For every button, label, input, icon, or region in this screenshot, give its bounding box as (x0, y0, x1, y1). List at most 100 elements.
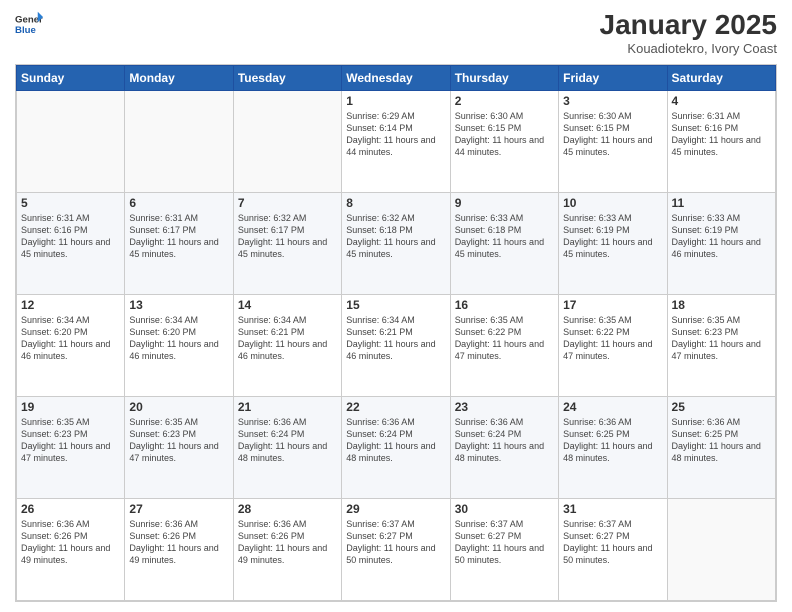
day-number: 15 (346, 298, 445, 312)
calendar-cell: 10 Sunrise: 6:33 AM Sunset: 6:19 PM Dayli… (559, 192, 667, 294)
logo: General Blue (15, 10, 43, 38)
day-number: 6 (129, 196, 228, 210)
calendar-cell: 24Sunrise: 6:36 AM Sunset: 6:25 PM Dayli… (559, 396, 667, 498)
day-number: 23 (455, 400, 554, 414)
calendar-cell: 14 Sunrise: 6:34 AM Sunset: 6:21 PM Dayli… (233, 294, 341, 396)
calendar-cell: 8Sunrise: 6:32 AM Sunset: 6:18 PM Daylig… (342, 192, 450, 294)
day-number: 30 (455, 502, 554, 516)
weekday-header: Thursday (450, 65, 558, 90)
calendar-cell: 2 Sunrise: 6:30 AM Sunset: 6:15 PM Daylig… (450, 90, 558, 192)
day-info: Sunrise: 6:33 AM Sunset: 6:18 PM Dayligh… (455, 212, 554, 261)
calendar-cell (667, 498, 775, 600)
calendar-cell: 18Sunrise: 6:35 AM Sunset: 6:23 PM Dayli… (667, 294, 775, 396)
day-number: 3 (563, 94, 662, 108)
day-info: Sunrise: 6:37 AM Sunset: 6:27 PM Dayligh… (346, 518, 445, 567)
calendar-cell: 25 Sunrise: 6:36 AM Sunset: 6:25 PM Dayli… (667, 396, 775, 498)
day-number: 13 (129, 298, 228, 312)
weekday-header: Tuesday (233, 65, 341, 90)
calendar-cell: 1 Sunrise: 6:29 AM Sunset: 6:14 PM Daylig… (342, 90, 450, 192)
day-info: Sunrise: 6:31 AM Sunset: 6:17 PM Dayligh… (129, 212, 228, 261)
day-number: 5 (21, 196, 120, 210)
day-info: Sunrise: 6:36 AM Sunset: 6:26 PM Dayligh… (21, 518, 120, 567)
day-info: Sunrise: 6:35 AM Sunset: 6:22 PM Dayligh… (563, 314, 662, 363)
calendar-week-row: 19 Sunrise: 6:35 AM Sunset: 6:23 PM Dayli… (17, 396, 776, 498)
weekday-header: Saturday (667, 65, 775, 90)
day-info: Sunrise: 6:33 AM Sunset: 6:19 PM Dayligh… (563, 212, 662, 261)
day-info: Sunrise: 6:36 AM Sunset: 6:24 PM Dayligh… (346, 416, 445, 465)
calendar-cell: 29 Sunrise: 6:37 AM Sunset: 6:27 PM Dayli… (342, 498, 450, 600)
calendar-week-row: 5Sunrise: 6:31 AM Sunset: 6:16 PM Daylig… (17, 192, 776, 294)
day-info: Sunrise: 6:34 AM Sunset: 6:20 PM Dayligh… (21, 314, 120, 363)
day-number: 2 (455, 94, 554, 108)
calendar-cell: 21 Sunrise: 6:36 AM Sunset: 6:24 PM Dayli… (233, 396, 341, 498)
day-info: Sunrise: 6:36 AM Sunset: 6:24 PM Dayligh… (238, 416, 337, 465)
calendar-cell: 4 Sunrise: 6:31 AM Sunset: 6:16 PM Daylig… (667, 90, 775, 192)
calendar-cell: 11 Sunrise: 6:33 AM Sunset: 6:19 PM Dayli… (667, 192, 775, 294)
day-info: Sunrise: 6:36 AM Sunset: 6:24 PM Dayligh… (455, 416, 554, 465)
day-number: 7 (238, 196, 337, 210)
calendar-cell: 23 Sunrise: 6:36 AM Sunset: 6:24 PM Dayli… (450, 396, 558, 498)
calendar-cell: 16 Sunrise: 6:35 AM Sunset: 6:22 PM Dayli… (450, 294, 558, 396)
weekday-header: Monday (125, 65, 233, 90)
calendar-cell: 31 Sunrise: 6:37 AM Sunset: 6:27 PM Dayli… (559, 498, 667, 600)
page: General Blue January 2025 Kouadiotekro, … (0, 0, 792, 612)
day-number: 19 (21, 400, 120, 414)
location-subtitle: Kouadiotekro, Ivory Coast (600, 41, 777, 56)
weekday-row: SundayMondayTuesdayWednesdayThursdayFrid… (17, 65, 776, 90)
month-title: January 2025 (600, 10, 777, 41)
day-number: 21 (238, 400, 337, 414)
day-info: Sunrise: 6:36 AM Sunset: 6:26 PM Dayligh… (238, 518, 337, 567)
calendar-cell: 13Sunrise: 6:34 AM Sunset: 6:20 PM Dayli… (125, 294, 233, 396)
calendar-cell: 30 Sunrise: 6:37 AM Sunset: 6:27 PM Dayli… (450, 498, 558, 600)
calendar-cell: 26Sunrise: 6:36 AM Sunset: 6:26 PM Dayli… (17, 498, 125, 600)
title-block: January 2025 Kouadiotekro, Ivory Coast (600, 10, 777, 56)
calendar-table: SundayMondayTuesdayWednesdayThursdayFrid… (16, 65, 776, 601)
day-number: 28 (238, 502, 337, 516)
day-number: 12 (21, 298, 120, 312)
calendar-cell: 22 Sunrise: 6:36 AM Sunset: 6:24 PM Dayli… (342, 396, 450, 498)
day-info: Sunrise: 6:33 AM Sunset: 6:19 PM Dayligh… (672, 212, 771, 261)
header: General Blue January 2025 Kouadiotekro, … (15, 10, 777, 56)
calendar-cell: 15 Sunrise: 6:34 AM Sunset: 6:21 PM Dayli… (342, 294, 450, 396)
day-number: 29 (346, 502, 445, 516)
day-number: 24 (563, 400, 662, 414)
weekday-header: Friday (559, 65, 667, 90)
calendar-cell (233, 90, 341, 192)
day-number: 16 (455, 298, 554, 312)
calendar-body: 1 Sunrise: 6:29 AM Sunset: 6:14 PM Daylig… (17, 90, 776, 600)
calendar-cell: 19 Sunrise: 6:35 AM Sunset: 6:23 PM Dayli… (17, 396, 125, 498)
logo-icon: General Blue (15, 10, 43, 38)
day-info: Sunrise: 6:34 AM Sunset: 6:21 PM Dayligh… (238, 314, 337, 363)
day-info: Sunrise: 6:30 AM Sunset: 6:15 PM Dayligh… (563, 110, 662, 159)
calendar-cell: 17 Sunrise: 6:35 AM Sunset: 6:22 PM Dayli… (559, 294, 667, 396)
day-number: 25 (672, 400, 771, 414)
calendar-cell: 28 Sunrise: 6:36 AM Sunset: 6:26 PM Dayli… (233, 498, 341, 600)
day-info: Sunrise: 6:35 AM Sunset: 6:23 PM Dayligh… (21, 416, 120, 465)
day-number: 27 (129, 502, 228, 516)
calendar-cell: 5Sunrise: 6:31 AM Sunset: 6:16 PM Daylig… (17, 192, 125, 294)
day-info: Sunrise: 6:34 AM Sunset: 6:21 PM Dayligh… (346, 314, 445, 363)
day-number: 4 (672, 94, 771, 108)
day-number: 14 (238, 298, 337, 312)
day-info: Sunrise: 6:36 AM Sunset: 6:25 PM Dayligh… (672, 416, 771, 465)
day-info: Sunrise: 6:31 AM Sunset: 6:16 PM Dayligh… (672, 110, 771, 159)
day-info: Sunrise: 6:30 AM Sunset: 6:15 PM Dayligh… (455, 110, 554, 159)
calendar-week-row: 12 Sunrise: 6:34 AM Sunset: 6:20 PM Dayli… (17, 294, 776, 396)
day-number: 31 (563, 502, 662, 516)
calendar-cell: 20Sunrise: 6:35 AM Sunset: 6:23 PM Dayli… (125, 396, 233, 498)
day-number: 22 (346, 400, 445, 414)
day-number: 9 (455, 196, 554, 210)
day-info: Sunrise: 6:37 AM Sunset: 6:27 PM Dayligh… (563, 518, 662, 567)
day-info: Sunrise: 6:29 AM Sunset: 6:14 PM Dayligh… (346, 110, 445, 159)
calendar-cell: 12 Sunrise: 6:34 AM Sunset: 6:20 PM Dayli… (17, 294, 125, 396)
day-number: 1 (346, 94, 445, 108)
day-number: 17 (563, 298, 662, 312)
day-info: Sunrise: 6:35 AM Sunset: 6:22 PM Dayligh… (455, 314, 554, 363)
day-number: 10 (563, 196, 662, 210)
calendar-cell: 6 Sunrise: 6:31 AM Sunset: 6:17 PM Daylig… (125, 192, 233, 294)
calendar-week-row: 26Sunrise: 6:36 AM Sunset: 6:26 PM Dayli… (17, 498, 776, 600)
day-info: Sunrise: 6:32 AM Sunset: 6:17 PM Dayligh… (238, 212, 337, 261)
calendar-cell (125, 90, 233, 192)
day-info: Sunrise: 6:37 AM Sunset: 6:27 PM Dayligh… (455, 518, 554, 567)
day-number: 11 (672, 196, 771, 210)
